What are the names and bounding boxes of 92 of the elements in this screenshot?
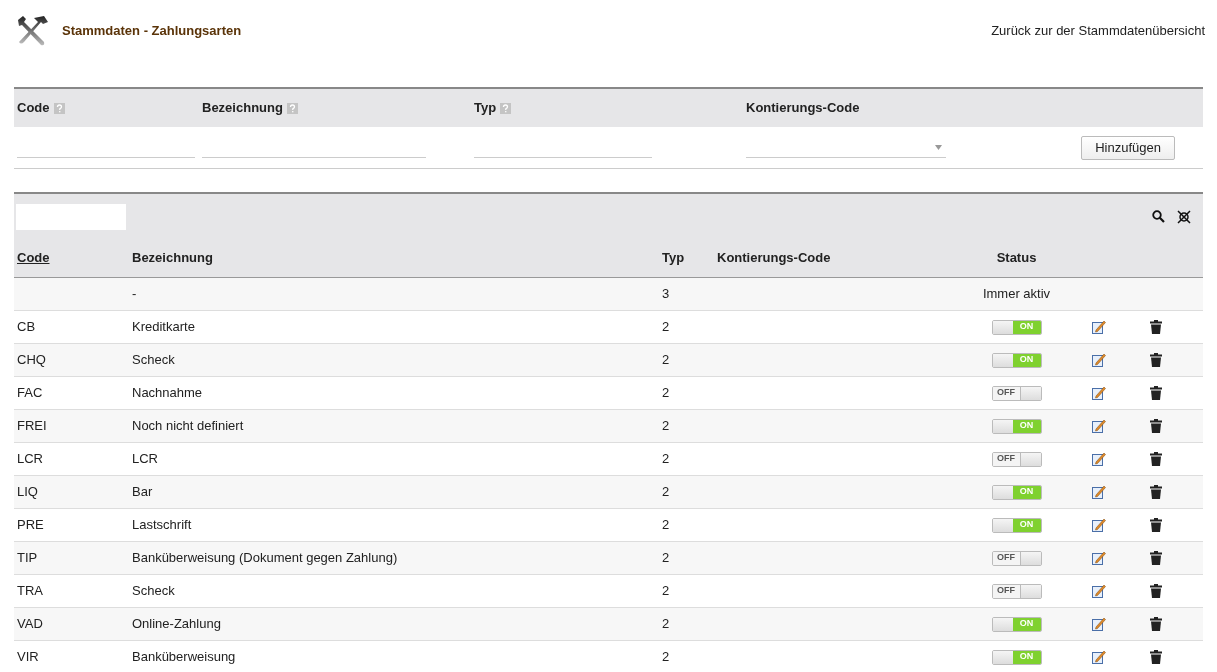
- table-cell: Banküberweisung: [132, 649, 236, 665]
- switch-label: OFF: [992, 452, 1021, 466]
- table-cell: 2: [662, 583, 670, 599]
- table-cell: 2: [662, 418, 670, 434]
- delete-icon[interactable]: [1150, 518, 1162, 532]
- edit-icon[interactable]: [1092, 419, 1106, 433]
- table-cell: VIR: [17, 649, 39, 665]
- edit-icon[interactable]: [1092, 518, 1106, 532]
- switch-label: ON: [1012, 353, 1041, 367]
- table-cell: 2: [662, 319, 670, 335]
- delete-icon[interactable]: [1150, 485, 1162, 499]
- table-cell: 2: [662, 550, 670, 566]
- table-cell: 2: [662, 451, 670, 467]
- delete-icon[interactable]: [1150, 320, 1162, 334]
- switch-label: ON: [1012, 320, 1041, 334]
- table-cell: PRE: [17, 517, 44, 533]
- table-cell: CB: [17, 319, 36, 335]
- table-cell: Scheck: [132, 583, 175, 599]
- help-icon: [286, 102, 298, 114]
- table-cell: Nachnahme: [132, 385, 203, 401]
- column-header[interactable]: Kontierungs-Code: [717, 250, 831, 266]
- table-cell: LIQ: [17, 484, 38, 500]
- switch-label: ON: [1012, 419, 1041, 433]
- switch-label: ON: [1012, 485, 1041, 499]
- table-cell: LCR: [132, 451, 158, 467]
- delete-icon[interactable]: [1150, 584, 1162, 598]
- delete-icon[interactable]: [1150, 650, 1162, 664]
- table-cell: FAC: [17, 385, 43, 401]
- delete-icon[interactable]: [1150, 419, 1162, 433]
- edit-icon[interactable]: [1092, 353, 1106, 367]
- table-cell: TIP: [17, 550, 38, 566]
- switch-label: OFF: [992, 584, 1021, 598]
- column-header[interactable]: Code: [17, 250, 50, 266]
- filter-field[interactable]: [16, 203, 126, 230]
- table-cell: FREI: [17, 418, 47, 434]
- delete-icon[interactable]: [1150, 551, 1162, 565]
- switch-label: OFF: [992, 551, 1021, 565]
- table-cell: -: [132, 286, 137, 302]
- table-cell: 2: [662, 517, 670, 533]
- table-cell: LCR: [17, 451, 43, 467]
- edit-icon[interactable]: [1092, 386, 1106, 400]
- column-header[interactable]: Typ: [662, 250, 685, 266]
- table-cell: CHQ: [17, 352, 46, 368]
- delete-icon[interactable]: [1150, 386, 1162, 400]
- status-switch[interactable]: OFF: [991, 583, 1042, 599]
- edit-icon[interactable]: [1092, 452, 1106, 466]
- column-header[interactable]: Status: [996, 250, 1037, 266]
- delete-icon[interactable]: [1150, 617, 1162, 631]
- edit-icon[interactable]: [1092, 584, 1106, 598]
- table-cell: Online-Zahlung: [132, 616, 221, 632]
- page-title: Stammdaten - Zahlungsarten: [62, 22, 242, 41]
- table-cell: 2: [662, 352, 670, 368]
- column-header[interactable]: Bezeichnung: [132, 250, 213, 266]
- switch-label: ON: [1012, 617, 1041, 631]
- add-button[interactable]: Hinzufügen: [1081, 135, 1175, 160]
- status-switch[interactable]: OFF: [991, 451, 1042, 467]
- dropdown-icon: [935, 144, 942, 150]
- table-cell: 2: [662, 385, 670, 401]
- field-label: Code: [17, 99, 50, 118]
- edit-icon[interactable]: [1092, 320, 1106, 334]
- edit-icon[interactable]: [1092, 650, 1106, 664]
- table-cell: VAD: [17, 616, 43, 632]
- table-cell: Noch nicht definiert: [132, 418, 244, 434]
- switch-label: ON: [1012, 518, 1041, 532]
- table-cell: Lastschrift: [132, 517, 192, 533]
- table-cell: Scheck: [132, 352, 175, 368]
- table-cell: 2: [662, 649, 670, 665]
- field-label: Typ: [474, 99, 497, 118]
- edit-icon[interactable]: [1092, 485, 1106, 499]
- status-text: Immer aktiv: [982, 285, 1051, 304]
- back-link[interactable]: Zurück zur der Stammdatenübersicht: [991, 21, 1205, 41]
- switch-label: OFF: [992, 386, 1021, 400]
- table-cell: 2: [662, 616, 670, 632]
- search-icon[interactable]: [1152, 210, 1165, 223]
- table-cell: 3: [662, 286, 670, 302]
- help-icon: [500, 102, 512, 114]
- table-cell: 2: [662, 484, 670, 500]
- switch-label: ON: [1012, 650, 1041, 664]
- table-cell: Kreditkarte: [132, 319, 195, 335]
- edit-icon[interactable]: [1092, 551, 1106, 565]
- clear-search-icon[interactable]: [1177, 209, 1191, 224]
- delete-icon[interactable]: [1150, 353, 1162, 367]
- field-label: Kontierungs-Code: [746, 99, 860, 118]
- status-switch[interactable]: OFF: [991, 550, 1042, 566]
- field-label: Bezeichnung: [202, 99, 283, 118]
- help-icon: [53, 102, 65, 114]
- table-cell: TRA: [17, 583, 43, 599]
- table-cell: Bar: [132, 484, 153, 500]
- table-cell: Banküberweisung (Dokument gegen Zahlung): [132, 550, 398, 566]
- edit-icon[interactable]: [1092, 617, 1106, 631]
- status-switch[interactable]: OFF: [991, 385, 1042, 401]
- delete-icon[interactable]: [1150, 452, 1162, 466]
